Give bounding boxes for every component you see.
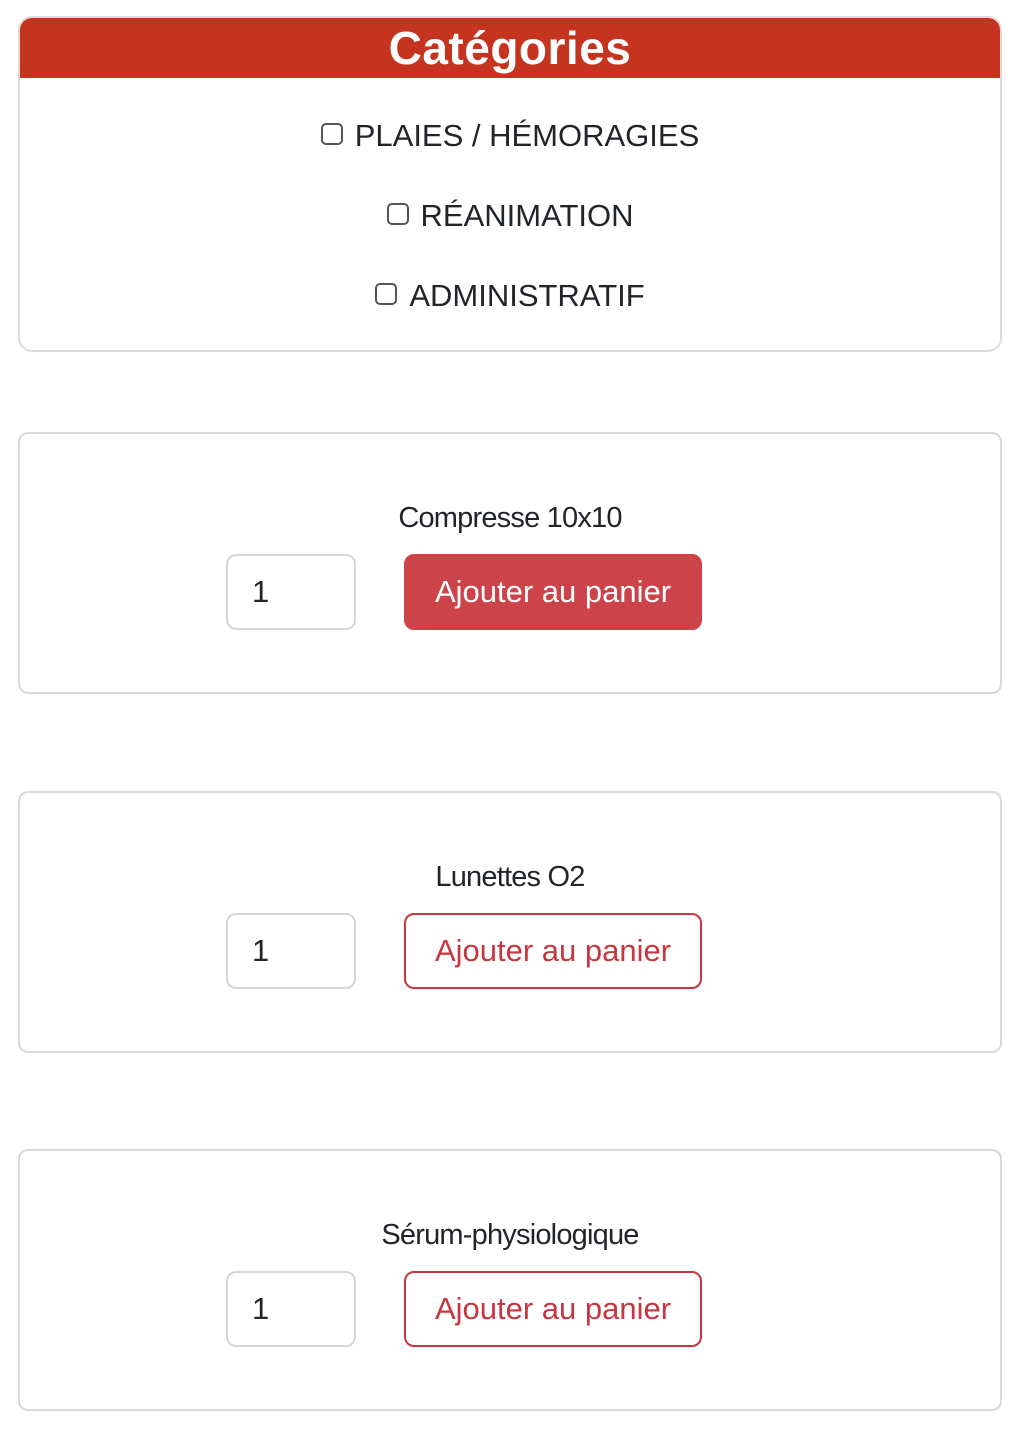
- product-card: Compresse 10x10 Ajouter au panier: [18, 432, 1002, 694]
- product-name: Sérum-physiologique: [381, 1219, 639, 1251]
- add-to-cart-button[interactable]: Ajouter au panier: [404, 1271, 702, 1347]
- category-item-reanimation[interactable]: RÉANIMATION: [20, 196, 1000, 236]
- categories-title: Catégories: [20, 18, 1000, 78]
- product-card: Lunettes O2 Ajouter au panier: [18, 791, 1002, 1053]
- categories-card: Catégories PLAIES / HÉMORAGIES RÉANIMATI…: [18, 16, 1002, 352]
- category-label[interactable]: RÉANIMATION: [421, 196, 634, 236]
- product-name: Compresse 10x10: [398, 502, 622, 534]
- product-card: Sérum-physiologique Ajouter au panier: [18, 1149, 1002, 1411]
- category-checkbox-plaies-hemoragies[interactable]: [320, 123, 343, 145]
- quantity-input[interactable]: [226, 1271, 356, 1347]
- category-checkbox-administratif[interactable]: [375, 283, 398, 305]
- product-name: Lunettes O2: [435, 861, 585, 893]
- category-checkbox-reanimation[interactable]: [386, 203, 409, 225]
- add-to-cart-button[interactable]: Ajouter au panier: [404, 913, 702, 989]
- category-label[interactable]: ADMINISTRATIF: [409, 276, 644, 316]
- quantity-input[interactable]: [226, 554, 356, 630]
- category-item-administratif[interactable]: ADMINISTRATIF: [20, 276, 1000, 316]
- add-to-cart-button[interactable]: Ajouter au panier: [404, 554, 702, 630]
- quantity-input[interactable]: [226, 913, 356, 989]
- category-label[interactable]: PLAIES / HÉMORAGIES: [355, 116, 700, 156]
- category-item-plaies-hemoragies[interactable]: PLAIES / HÉMORAGIES: [20, 116, 1000, 156]
